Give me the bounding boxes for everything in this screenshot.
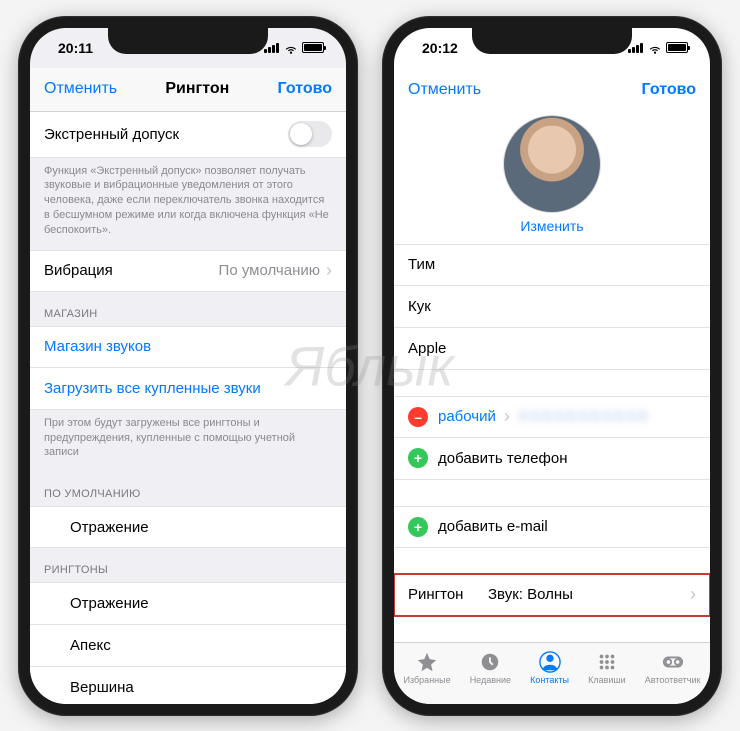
tab-icon	[539, 651, 561, 673]
add-email-row[interactable]: + добавить e-mail	[394, 506, 710, 548]
tab-недавние[interactable]: Недавние	[470, 651, 511, 685]
tab-клавиши[interactable]: Клавиши	[588, 651, 626, 685]
first-name-value: Тим	[408, 256, 435, 273]
wifi-icon	[284, 41, 298, 55]
tab-icon	[596, 651, 618, 673]
ringtone-name: Вершина	[70, 679, 332, 696]
add-phone-row[interactable]: + добавить телефон	[394, 438, 710, 480]
remove-icon[interactable]: –	[408, 407, 428, 427]
nav-bar: Отменить Готово	[394, 68, 710, 112]
ringtone-item[interactable]: Вершина	[30, 667, 346, 703]
cancel-button[interactable]: Отменить	[408, 81, 481, 99]
tab-label: Недавние	[470, 675, 511, 685]
last-name-field[interactable]: Кук	[394, 286, 710, 328]
add-icon[interactable]: +	[408, 517, 428, 537]
tab-label: Клавиши	[588, 675, 626, 685]
vibration-label: Вибрация	[44, 262, 219, 279]
done-button[interactable]: Готово	[642, 81, 696, 99]
tab-контакты[interactable]: Контакты	[530, 651, 569, 685]
ringtone-name: Отражение	[70, 595, 332, 612]
tab-icon	[662, 651, 684, 673]
tab-label: Автоответчик	[645, 675, 701, 685]
cellular-icon	[264, 43, 280, 53]
emergency-label: Экстренный допуск	[44, 126, 288, 143]
vibration-value: По умолчанию	[219, 262, 320, 279]
ringtone-item[interactable]: Апекс	[30, 625, 346, 667]
phone-left: 20:11 Отменить Рингтон Готово Экстренный…	[18, 16, 358, 716]
phone-right: 20:12 Отменить Готово Изменить Тим Кук	[382, 16, 722, 716]
tab-bar: Избранные Недавние Контакты Клавиши Автоотве…	[394, 642, 710, 704]
ringtones-section-head: РИНГТОНЫ	[30, 548, 346, 582]
nav-bar: Отменить Рингтон Готово	[30, 68, 346, 112]
company-value: Apple	[408, 340, 446, 357]
ringtone-name: Апекс	[70, 637, 332, 654]
tab-label: Контакты	[530, 675, 569, 685]
tab-автоответчик[interactable]: Автоответчик	[645, 651, 701, 685]
phone-entry-row[interactable]: – рабочий › XXXXXXXXXXX	[394, 396, 710, 438]
download-all-row[interactable]: Загрузить все купленные звуки	[30, 368, 346, 410]
store-section-head: МАГАЗИН	[30, 292, 346, 326]
add-icon[interactable]: +	[408, 448, 428, 468]
ringtone-row[interactable]: Рингтон Звук: Волны ›	[394, 574, 710, 616]
download-all-link: Загрузить все купленные звуки	[44, 380, 332, 397]
phone-type-label[interactable]: рабочий	[438, 408, 496, 425]
battery-icon	[666, 42, 688, 53]
page-title: Рингтон	[165, 80, 229, 98]
ringtone-label: Рингтон	[408, 586, 488, 603]
company-field[interactable]: Apple	[394, 328, 710, 370]
ringtone-value: Звук: Волны	[488, 586, 573, 603]
cancel-button[interactable]: Отменить	[44, 80, 117, 98]
default-section-head: ПО УМОЛЧАНИЮ	[30, 472, 346, 506]
content-scroll[interactable]: Экстренный допуск Функция «Экстренный до…	[30, 112, 346, 704]
vibration-row[interactable]: Вибрация По умолчанию ›	[30, 250, 346, 292]
battery-icon	[302, 42, 324, 53]
tab-избранные[interactable]: Избранные	[404, 651, 451, 685]
avatar[interactable]	[504, 116, 600, 212]
notch	[472, 28, 632, 54]
default-ringtone-row[interactable]: Отражение	[30, 506, 346, 548]
default-ringtone-name: Отражение	[70, 519, 332, 536]
status-time: 20:12	[422, 40, 458, 56]
emergency-bypass-row[interactable]: Экстренный допуск	[30, 112, 346, 158]
phone-number-blurred: XXXXXXXXXXX	[518, 408, 650, 425]
notch	[108, 28, 268, 54]
status-time: 20:11	[58, 40, 93, 56]
add-email-label: добавить e-mail	[438, 518, 548, 535]
tone-store-row[interactable]: Магазин звуков	[30, 326, 346, 368]
tab-label: Избранные	[404, 675, 451, 685]
tab-icon	[416, 651, 438, 673]
cellular-icon	[628, 43, 644, 53]
tone-store-link: Магазин звуков	[44, 338, 332, 355]
store-help: При этом будут загружены все рингтоны и …	[30, 410, 346, 473]
done-button[interactable]: Готово	[278, 80, 332, 98]
edit-photo-button[interactable]: Изменить	[394, 218, 710, 234]
emergency-help: Функция «Экстренный допуск» позволяет по…	[30, 158, 346, 250]
last-name-value: Кук	[408, 298, 431, 315]
chevron-right-icon: ›	[690, 584, 696, 605]
chevron-right-icon: ›	[504, 406, 510, 427]
first-name-field[interactable]: Тим	[394, 244, 710, 286]
add-phone-label: добавить телефон	[438, 450, 568, 467]
content-scroll[interactable]: Изменить Тим Кук Apple – рабочий › XXXXX…	[394, 112, 710, 642]
wifi-icon	[648, 41, 662, 55]
tab-icon	[479, 651, 501, 673]
emergency-toggle[interactable]	[288, 121, 332, 147]
ringtone-item[interactable]: Отражение	[30, 583, 346, 625]
chevron-right-icon: ›	[326, 260, 332, 281]
contact-header: Изменить	[394, 112, 710, 244]
